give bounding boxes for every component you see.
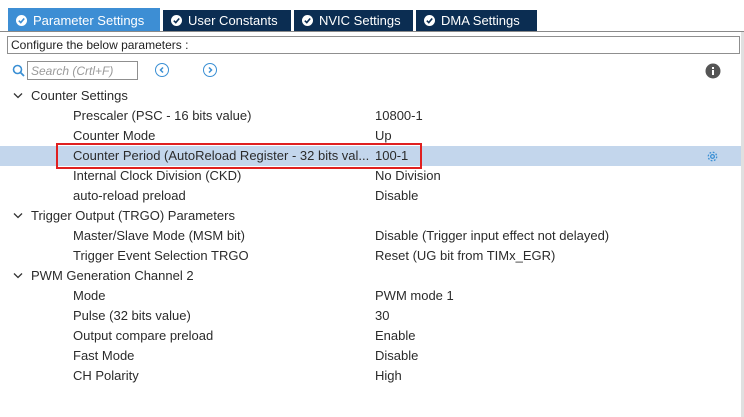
tab-user-constants[interactable]: User Constants	[163, 10, 291, 31]
param-name: Fast Mode	[73, 348, 135, 363]
param-value: Disable (Trigger input effect not delaye…	[375, 228, 610, 243]
param-value: PWM mode 1	[375, 288, 454, 303]
tab-label: DMA Settings	[441, 13, 520, 28]
param-row-selected[interactable]: Counter Period (AutoReload Register - 32…	[0, 146, 744, 166]
param-name: Counter Period (AutoReload Register - 32…	[73, 148, 370, 163]
param-value: Reset (UG bit from TIMx_EGR)	[375, 248, 556, 263]
param-row[interactable]: Master/Slave Mode (MSM bit) Disable (Tri…	[0, 226, 744, 246]
tab-label: User Constants	[188, 13, 278, 28]
info-icon[interactable]	[705, 63, 721, 79]
param-value: High	[375, 368, 402, 383]
group-trigger-output[interactable]: Trigger Output (TRGO) Parameters	[0, 206, 744, 226]
tab-nvic-settings[interactable]: NVIC Settings	[294, 10, 413, 31]
search-next-button[interactable]	[203, 63, 217, 77]
param-row[interactable]: CH Polarity High	[0, 366, 744, 386]
param-name: Output compare preload	[73, 328, 214, 343]
param-name: CH Polarity	[73, 368, 139, 383]
param-name: auto-reload preload	[73, 188, 186, 203]
param-row[interactable]: Fast Mode Disable	[0, 346, 744, 366]
chevron-left-icon	[159, 66, 164, 74]
param-value: 10800-1	[375, 108, 423, 123]
param-value[interactable]: 100-1	[375, 146, 408, 166]
param-value: Enable	[375, 328, 416, 343]
group-label: PWM Generation Channel 2	[31, 268, 194, 283]
param-name: Internal Clock Division (CKD)	[73, 168, 242, 183]
check-circle-icon	[302, 15, 313, 26]
group-label: Counter Settings	[31, 88, 128, 103]
tab-bar: Parameter Settings User Constants NVIC S…	[0, 0, 744, 32]
param-name: Counter Mode	[73, 128, 156, 143]
gear-icon[interactable]	[706, 150, 719, 163]
param-value: Up	[375, 128, 392, 143]
group-label: Trigger Output (TRGO) Parameters	[31, 208, 235, 223]
param-row[interactable]: Counter Mode Up	[0, 126, 744, 146]
configure-label: Configure the below parameters :	[7, 36, 740, 54]
param-row[interactable]: auto-reload preload Disable	[0, 186, 744, 206]
param-value: Disable	[375, 188, 419, 203]
param-name: Trigger Event Selection TRGO	[73, 248, 249, 263]
search-previous-button[interactable]	[155, 63, 169, 77]
tab-label: NVIC Settings	[319, 13, 401, 28]
param-name: Prescaler (PSC - 16 bits value)	[73, 108, 252, 123]
param-name: Pulse (32 bits value)	[73, 308, 191, 323]
param-name: Master/Slave Mode (MSM bit)	[73, 228, 245, 243]
tab-dma-settings[interactable]: DMA Settings	[416, 10, 537, 31]
param-row[interactable]: Trigger Event Selection TRGO Reset (UG b…	[0, 246, 744, 266]
check-circle-icon	[171, 15, 182, 26]
tab-baseline	[0, 31, 744, 32]
search-input[interactable]	[27, 61, 138, 80]
check-circle-icon	[424, 15, 435, 26]
group-counter-settings[interactable]: Counter Settings	[0, 86, 744, 106]
param-row[interactable]: Output compare preload Enable	[0, 326, 744, 346]
param-value: No Division	[375, 168, 441, 183]
group-pwm-generation-channel-2[interactable]: PWM Generation Channel 2	[0, 266, 744, 286]
tab-label: Parameter Settings	[33, 12, 145, 28]
chevron-down-icon[interactable]	[13, 212, 23, 220]
param-row[interactable]: Prescaler (PSC - 16 bits value) 10800-1	[0, 106, 744, 126]
search-icon	[12, 64, 25, 77]
check-circle-icon	[16, 14, 27, 26]
param-name: Mode	[73, 288, 106, 303]
param-row[interactable]: Internal Clock Division (CKD) No Divisio…	[0, 166, 744, 186]
param-value: Disable	[375, 348, 419, 363]
tab-parameter-settings[interactable]: Parameter Settings	[8, 8, 160, 32]
chevron-down-icon[interactable]	[13, 92, 23, 100]
param-row[interactable]: Pulse (32 bits value) 30	[0, 306, 744, 326]
param-value: 30	[375, 308, 390, 323]
chevron-right-icon	[208, 66, 213, 74]
chevron-down-icon[interactable]	[13, 272, 23, 280]
param-row[interactable]: Mode PWM mode 1	[0, 286, 744, 306]
